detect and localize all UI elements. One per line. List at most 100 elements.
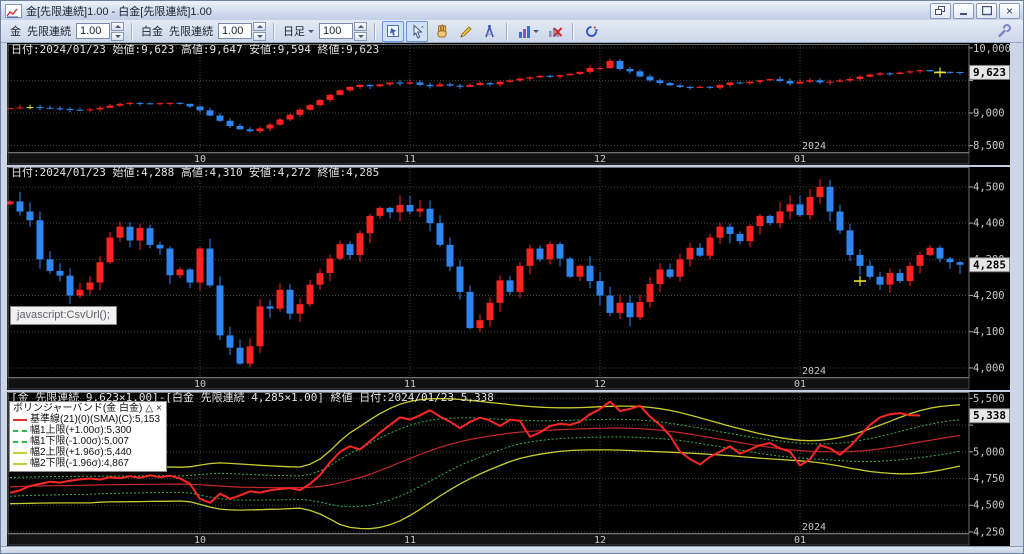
bar-chart-icon [518,25,530,38]
period-dropdown[interactable]: 日足 [283,23,314,39]
svg-text:8,500: 8,500 [973,140,1005,152]
clear-indicators-button[interactable] [544,21,566,42]
settings-wrench-button[interactable] [993,21,1015,42]
svg-text:10: 10 [194,535,206,546]
window-title: 金[先限連続]1.00 - 白金[先限連続]1.00 [26,5,212,18]
platinum-label: 白金 [141,26,163,38]
panel-separator[interactable] [7,165,1010,167]
app-chart-icon [5,3,22,18]
legend-row: 幅1下限(-1.00σ):5,007 [13,436,162,447]
legend-row: 幅2上限(+1.96σ):5,440 [13,447,162,458]
legend-row-label: 基準線(21)(0)(SMA)(C):5,153 [30,414,161,425]
svg-text:2024: 2024 [802,522,826,533]
svg-text:01: 01 [794,379,806,390]
svg-text:11: 11 [404,535,416,546]
svg-text:4,250: 4,250 [973,526,1005,538]
app-window: { "window": { "title": "金[先限連続]1.00 - 白金… [0,0,1024,554]
svg-text:4,000: 4,000 [973,362,1005,374]
svg-text:01: 01 [794,154,806,165]
svg-text:4,200: 4,200 [973,290,1005,302]
pencil-icon [459,25,472,38]
title-bar[interactable]: 金[先限連続]1.00 - 白金[先限連続]1.00 × [1,1,1023,21]
legend-row-label: 幅2上限(+1.96σ):5,440 [30,447,132,458]
platinum-candlestick-panel[interactable]: 4,5004,4004,3004,2004,1004,0001011120120… [6,165,1010,390]
bottom-scroll-strip[interactable] [1,546,1023,554]
select-cursor-icon [413,23,423,38]
spin-down-icon[interactable] [111,31,124,41]
svg-text:4,500: 4,500 [973,500,1005,512]
legend-swatch [13,440,27,443]
svg-text:2024: 2024 [802,141,826,152]
toolbar: 金 先限連続 1.00 白金 先限連続 1.00 日足 100 [1,20,1023,43]
legend-row-label: 幅2下限(-1.96σ):4,867 [30,458,129,469]
refresh-button[interactable] [580,21,602,42]
svg-text:9,000: 9,000 [973,107,1005,119]
svg-text:4,750: 4,750 [973,473,1005,485]
toolbar-separator [572,22,574,40]
chevron-down-icon [532,29,539,33]
svg-text:5,500: 5,500 [973,393,1005,405]
bars-count-stepper[interactable]: 100 [319,21,367,41]
toolbar-separator [131,22,133,40]
svg-text:4,100: 4,100 [973,326,1005,338]
svg-text:11: 11 [404,154,416,165]
pan-hand-button[interactable] [430,21,452,42]
toolbar-separator [506,22,508,40]
svg-text:5,000: 5,000 [973,446,1005,458]
spin-up-icon[interactable] [111,21,124,31]
panel-separator[interactable] [7,390,1010,392]
svg-text:日付:2024/01/23 始値:4,288 高値:4,31: 日付:2024/01/23 始値:4,288 高値:4,310 安値:4,272… [11,167,379,179]
svg-text:10,000: 10,000 [973,44,1010,55]
chevron-down-icon [308,29,314,33]
legend-title: ボリンジャーバンド(金 白金) [13,403,143,414]
gold-ratio-stepper[interactable]: 1.00 [76,21,124,41]
gold-label: 金 [10,26,21,38]
legend-row: 幅1上限(+1.00σ):5,300 [13,425,162,436]
legend-swatch [13,462,27,465]
chart-type-dropdown-button[interactable] [514,21,542,42]
refresh-icon [585,25,598,37]
spin-up-icon[interactable] [354,21,367,31]
wrench-icon [998,24,1011,38]
pencil-draw-button[interactable] [454,21,476,42]
svg-text:4,500: 4,500 [973,181,1005,193]
platinum-chart-canvas[interactable]: 4,5004,4004,3004,2004,1004,0001011120120… [6,165,1010,390]
legend-row: 基準線(21)(0)(SMA)(C):5,153 [13,414,162,425]
restore-layout-button[interactable] [930,2,951,19]
minimize-button[interactable] [953,2,974,19]
compass-icon [484,24,494,37]
gold-ratio-value[interactable]: 1.00 [76,23,110,39]
bars-count-value[interactable]: 100 [319,23,353,39]
platinum-ratio-stepper[interactable]: 1.00 [218,21,266,41]
platinum-ratio-value[interactable]: 1.00 [218,23,252,39]
gold-candlestick-panel[interactable]: 10,000 9,000 8,500 10 11 12 01 2024 日付:2024/01/2… [6,42,1011,165]
svg-text:01: 01 [794,535,806,546]
crosshair-tool-button[interactable] [382,20,404,42]
compass-tool-button[interactable] [478,21,500,42]
period-value: 日足 [283,26,305,38]
status-tooltip: javascript:CsvUrl(); [10,306,117,325]
platinum-series-label: 先限連続 [169,26,213,38]
svg-text:5,338: 5,338 [973,409,1006,422]
select-cursor-button[interactable] [406,20,428,42]
svg-text:2024: 2024 [802,366,826,377]
close-button[interactable]: × [999,2,1020,19]
crosshair-tool-icon [386,24,399,37]
maximize-button[interactable] [976,2,997,19]
toolbar-separator [273,22,275,40]
spin-down-icon[interactable] [354,31,367,41]
svg-text:12: 12 [594,154,606,165]
spin-up-icon[interactable] [253,21,266,31]
svg-text:4,285: 4,285 [973,258,1006,271]
legend-swatch [13,451,27,454]
pan-hand-icon [437,24,446,37]
svg-text:12: 12 [594,535,606,546]
legend-row-label: 幅1下限(-1.00σ):5,007 [30,436,129,447]
spin-down-icon[interactable] [253,31,266,41]
svg-text:12: 12 [594,379,606,390]
legend-collapse-icon[interactable]: △ [145,403,153,414]
legend-row: 幅2下限(-1.96σ):4,867 [13,458,162,469]
legend-rows: 基準線(21)(0)(SMA)(C):5,153 幅1上限(+1.00σ):5,3… [13,414,162,469]
gold-chart-canvas[interactable]: 10,000 9,000 8,500 10 11 12 01 2024 日付:2024/01/2… [6,42,1011,165]
legend-close-icon[interactable]: × [156,403,162,414]
